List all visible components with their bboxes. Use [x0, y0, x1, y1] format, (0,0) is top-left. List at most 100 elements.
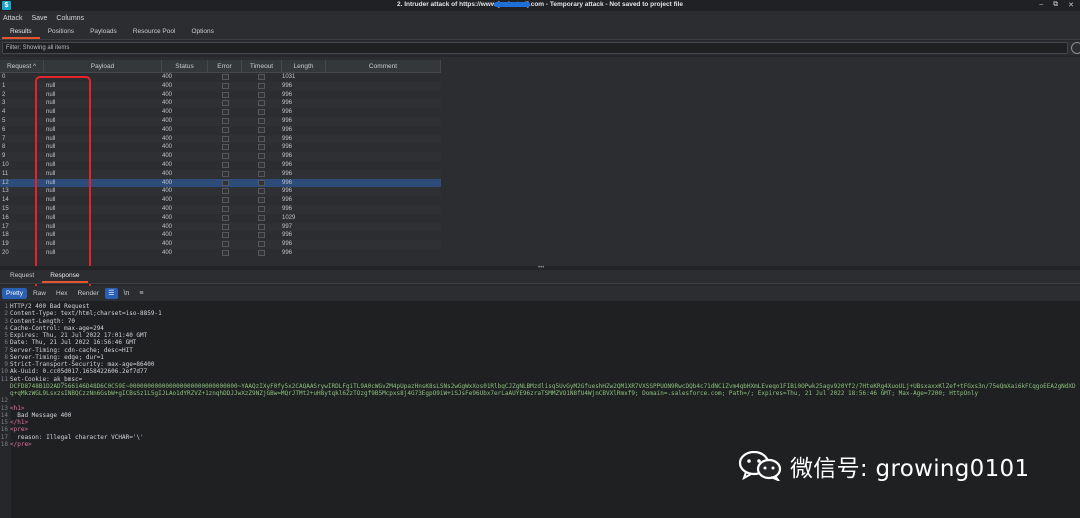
request-response-tabs: Request Response	[0, 270, 1080, 284]
cell-error-checkbox	[222, 82, 229, 89]
cell-status: 400	[162, 117, 173, 124]
code-line: 16 <pre>	[0, 426, 1080, 433]
cell-length: 996	[282, 153, 293, 160]
response-editor[interactable]: 1 HTTP/2 400 Bad Request 2 Content-Type: te…	[0, 301, 1080, 518]
line-text: Set-Cookie: ak_bmsc=	[10, 375, 83, 383]
line-text: Expires: Thu, 21 Jul 2022 17:01:40 GMT	[10, 332, 148, 339]
window-title: 2. Intruder attack of https://www.[redac…	[396, 1, 684, 8]
cell-request: 16	[2, 214, 9, 221]
line-number	[0, 383, 10, 398]
cell-error-checkbox	[222, 205, 229, 212]
close-icon[interactable]: ✕	[1068, 1, 1074, 9]
actions-icon[interactable]: ☰	[104, 288, 118, 299]
table-row[interactable]: 17 null 400 997	[0, 222, 441, 232]
header-status[interactable]: Status	[162, 60, 208, 73]
cell-error-checkbox	[222, 74, 229, 80]
help-icon[interactable]	[1071, 42, 1080, 54]
cell-request: 4	[2, 109, 6, 116]
tab-positions[interactable]: Positions	[40, 26, 82, 39]
line-number: 2	[4, 310, 8, 318]
header-request[interactable]: Request ^	[0, 60, 44, 73]
cell-payload: null	[46, 197, 56, 204]
line-text: </h1>	[10, 419, 29, 426]
line-text: Cache-Control: max-age=294	[10, 324, 104, 332]
code-line: 15 </h1>	[0, 419, 1080, 426]
code-line: 12	[0, 397, 1080, 404]
table-row[interactable]: 20 null 400 996	[0, 249, 441, 258]
table-row[interactable]: 8 null 400 996	[0, 143, 441, 152]
tab-results[interactable]: Results	[2, 26, 40, 39]
table-row[interactable]: 2 null 400 996	[0, 91, 441, 100]
line-text: </pre>	[10, 440, 32, 448]
minimize-icon[interactable]: –	[1039, 1, 1043, 9]
cell-request: 15	[2, 205, 9, 212]
tab-response[interactable]: Response	[42, 270, 88, 283]
table-row[interactable]: 7 null 400 996	[0, 134, 441, 144]
header-timeout[interactable]: Timeout	[242, 60, 282, 73]
cell-length: 996	[282, 144, 293, 151]
table-row[interactable]: 16 null 400 1029	[0, 214, 441, 223]
cell-length: 996	[282, 188, 293, 195]
view-render-button[interactable]: Render	[74, 288, 103, 299]
header-length[interactable]: Length	[282, 60, 326, 73]
table-row[interactable]: 15 null 400 996	[0, 204, 441, 214]
cell-payload: null	[46, 161, 56, 168]
cell-timeout-checkbox	[258, 135, 265, 142]
cell-error-checkbox	[222, 179, 229, 186]
menu-icon[interactable]: ≡	[135, 288, 148, 299]
table-row[interactable]: 12 null 400 996	[0, 178, 441, 188]
tab-resource-pool[interactable]: Resource Pool	[125, 26, 184, 39]
cell-status: 400	[162, 249, 173, 256]
cell-status: 400	[162, 153, 173, 160]
newline-icon[interactable]: \n	[120, 288, 133, 299]
table-row[interactable]: 9 null 400 996	[0, 152, 441, 161]
table-row[interactable]: 14 null 400 996	[0, 196, 441, 205]
cell-status: 400	[162, 214, 173, 221]
table-row[interactable]: 1 null 400 996	[0, 81, 441, 91]
header-payload[interactable]: Payload	[44, 60, 162, 73]
view-pretty-button[interactable]: Pretty	[2, 288, 27, 299]
cell-error-checkbox	[222, 117, 229, 124]
table-row[interactable]: 5 null 400 996	[0, 116, 441, 126]
table-row[interactable]: 4 null 400 996	[0, 108, 441, 117]
table-row[interactable]: 19 null 400 996	[0, 240, 441, 249]
table-row[interactable]: 11 null 400 996	[0, 169, 441, 179]
table-row[interactable]: 6 null 400 996	[0, 126, 441, 135]
view-raw-button[interactable]: Raw	[29, 288, 50, 299]
table-row[interactable]: 18 null 400 996	[0, 231, 441, 240]
tab-options[interactable]: Options	[183, 26, 221, 39]
cell-payload: null	[46, 179, 56, 186]
filter-input[interactable]: Filter: Showing all items	[2, 42, 1068, 54]
tab-payloads[interactable]: Payloads	[82, 26, 125, 39]
cell-timeout-checkbox	[258, 232, 265, 239]
line-text: Strict-Transport-Security: max-age=86400	[10, 361, 155, 368]
header-error[interactable]: Error	[208, 60, 242, 73]
code-line: 1 HTTP/2 400 Bad Request	[0, 303, 1080, 310]
line-number: 17	[0, 433, 8, 441]
cell-error-checkbox	[222, 91, 229, 98]
cell-status: 400	[162, 82, 173, 89]
line-number: 16	[0, 426, 8, 434]
maximize-icon[interactable]: ⧉	[1053, 1, 1058, 9]
code-line: 2 Content-Type: text/html;charset=iso-885…	[0, 310, 1080, 317]
cell-timeout-checkbox	[258, 109, 265, 116]
menu-attack[interactable]: Attack	[3, 15, 22, 22]
table-row[interactable]: 13 null 400 996	[0, 187, 441, 197]
cell-request: 19	[2, 241, 9, 248]
line-number: 14	[0, 411, 8, 419]
cell-payload: null	[46, 100, 56, 107]
table-row[interactable]: 3 null 400 996	[0, 99, 441, 109]
menu-save[interactable]: Save	[31, 15, 47, 22]
cell-timeout-checkbox	[258, 188, 265, 195]
cell-status: 400	[162, 135, 173, 142]
cell-request: 17	[2, 223, 9, 230]
menu-columns[interactable]: Columns	[56, 15, 84, 22]
line-text: Content-Length: 70	[10, 317, 76, 325]
tab-request[interactable]: Request	[2, 270, 42, 283]
line-text: Date: Thu, 21 Jul 2022 16:56:46 GMT	[10, 339, 137, 347]
view-hex-button[interactable]: Hex	[52, 288, 72, 299]
header-comment[interactable]: Comment	[326, 60, 441, 73]
code-line: 14 Bad Message 400	[0, 412, 1080, 419]
table-row[interactable]: 10 null 400 996	[0, 161, 441, 170]
table-row[interactable]: 0 400 1031	[0, 73, 441, 82]
